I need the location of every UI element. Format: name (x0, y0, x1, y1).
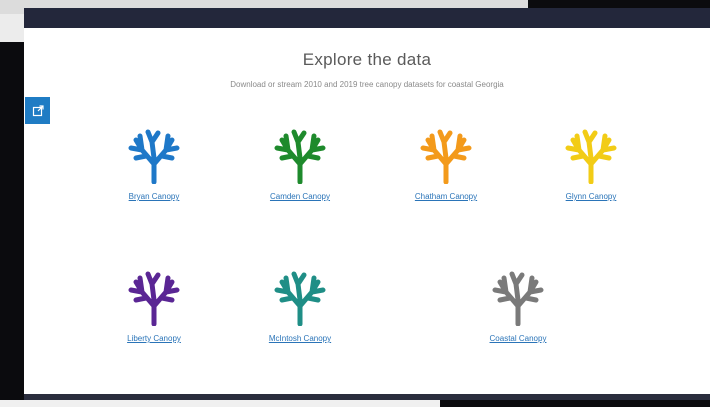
dataset-card-coastal[interactable]: Coastal Canopy (448, 270, 588, 346)
tree-canopy-icon (274, 129, 326, 184)
dataset-link-bryan[interactable]: Bryan Canopy (129, 192, 180, 201)
tree-canopy-icon (420, 129, 472, 184)
dataset-link-coastal[interactable]: Coastal Canopy (490, 334, 547, 343)
dataset-card-glynn[interactable]: Glynn Canopy (521, 128, 661, 204)
dataset-card-liberty[interactable]: Liberty Canopy (84, 270, 224, 346)
page-title: Explore the data (302, 50, 432, 69)
tree-canopy-icon (565, 129, 617, 184)
dataset-link-mcintosh[interactable]: McIntosh Canopy (269, 334, 331, 343)
dataset-link-liberty[interactable]: Liberty Canopy (127, 334, 181, 343)
tree-canopy-icon (128, 271, 180, 326)
background-window-bottom (0, 400, 440, 407)
dataset-link-chatham[interactable]: Chatham Canopy (415, 192, 477, 201)
dataset-link-camden[interactable]: Camden Canopy (270, 192, 330, 201)
tree-canopy-icon (492, 271, 544, 326)
dataset-card-chatham[interactable]: Chatham Canopy (376, 128, 516, 204)
share-button[interactable] (25, 97, 50, 124)
dataset-card-camden[interactable]: Camden Canopy (230, 128, 370, 204)
page-subtitle: Download or stream 2010 and 2019 tree ca… (230, 80, 504, 89)
dataset-link-glynn[interactable]: Glynn Canopy (566, 192, 617, 201)
dataset-card-bryan[interactable]: Bryan Canopy (84, 128, 224, 204)
tree-canopy-icon (128, 129, 180, 184)
tree-canopy-icon (274, 271, 326, 326)
dataset-card-mcintosh[interactable]: McIntosh Canopy (230, 270, 370, 346)
app-header-bar (24, 8, 710, 28)
share-icon (32, 104, 44, 116)
